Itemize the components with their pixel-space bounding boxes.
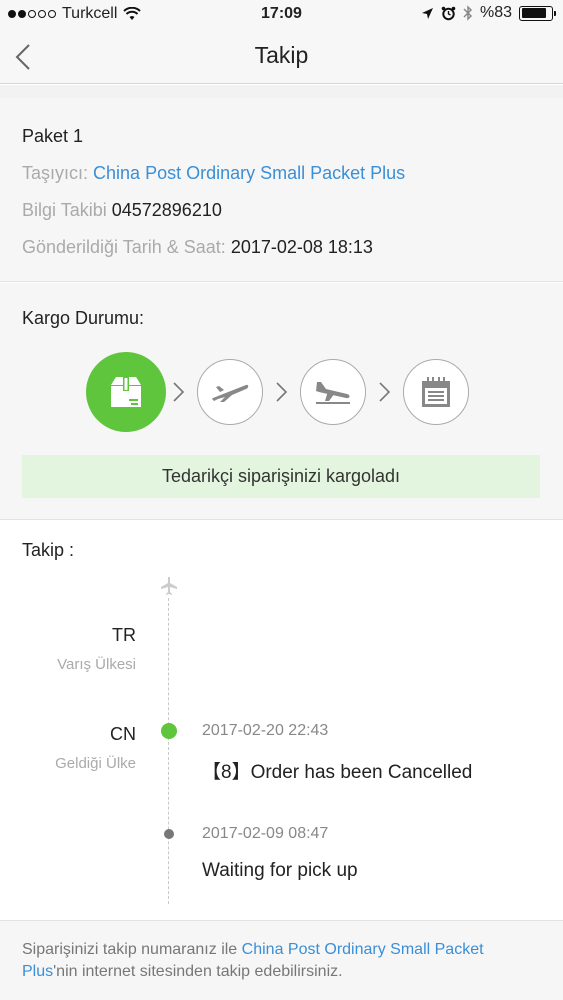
destination-country-label: Varış Ülkesi [57,656,136,673]
origin-country-code: CN [110,724,136,744]
shipment-status-banner: Tedarikçi siparişinizi kargoladı [22,455,540,498]
package-icon [111,377,141,407]
plane-landing-icon [316,382,350,404]
bluetooth-icon [463,5,473,21]
footer-text: Siparişinizi takip numaranız ile [22,941,242,958]
section-divider [0,85,563,98]
ship-date-label: Gönderildiği Tarih & Saat: [22,237,226,257]
cargo-status-title: Kargo Durumu: [22,308,145,328]
step-arrived [300,359,366,425]
status-bar: Turkcell 17:09 %83 [0,0,563,30]
delivered-calendar-icon [422,377,450,407]
chevron-right-icon [379,382,391,402]
event-description: Waiting for pick up [202,860,358,881]
step-delivered [403,359,469,425]
chevron-right-icon [276,382,288,402]
tracking-number-row: Bilgi Takibi 04572896210 [22,200,222,221]
plane-takeoff-icon [212,384,249,402]
tracking-number-label: Bilgi Takibi [22,200,107,220]
origin-country-label: Geldiği Ülke [55,755,136,772]
battery-icon [519,5,556,21]
event-time: 2017-02-09 08:47 [202,825,329,842]
cargo-status-section: Kargo Durumu: Tedarikçi siparişinizi kar… [0,283,563,520]
carrier-link[interactable]: China Post Ordinary Small Packet Plus [93,163,405,183]
step-departed [197,359,263,425]
footer-note: Siparişinizi takip numaranız ile China P… [0,921,563,1000]
ship-date-row: Gönderildiği Tarih & Saat: 2017-02-08 18… [22,237,373,258]
step-shipped [86,352,166,432]
package-info: Paket 1 Taşıyıcı: China Post Ordinary Sm… [0,98,563,282]
battery-percent: %83 [479,4,512,21]
battery-fill [521,8,546,18]
navigation-bar: Takip [0,30,563,84]
page-title: Takip [254,42,309,68]
alarm-clock-icon [441,6,456,20]
package-name: Paket 1 [22,126,84,146]
location-arrow-icon [421,7,433,19]
event-description: 【8】Order has been Cancelled [202,762,473,783]
carrier-label: Taşıyıcı: [22,163,89,183]
tracking-number-value: 04572896210 [111,200,222,220]
carrier-row: Taşıyıcı: China Post Ordinary Small Pack… [22,163,405,184]
status-right: %83 [421,4,556,22]
plane-icon [161,577,177,595]
footer-text: 'nin internet sitesinden takip edebilirs… [53,963,343,980]
timeline-dot-current [161,723,177,739]
event-time: 2017-02-20 22:43 [202,722,329,739]
tracking-title: Takip : [22,540,75,560]
timeline-dot [164,829,174,839]
destination-country-code: TR [112,625,136,645]
ship-date-value: 2017-02-08 18:13 [230,237,373,257]
chevron-right-icon [173,382,185,402]
timeline-line [168,598,169,904]
